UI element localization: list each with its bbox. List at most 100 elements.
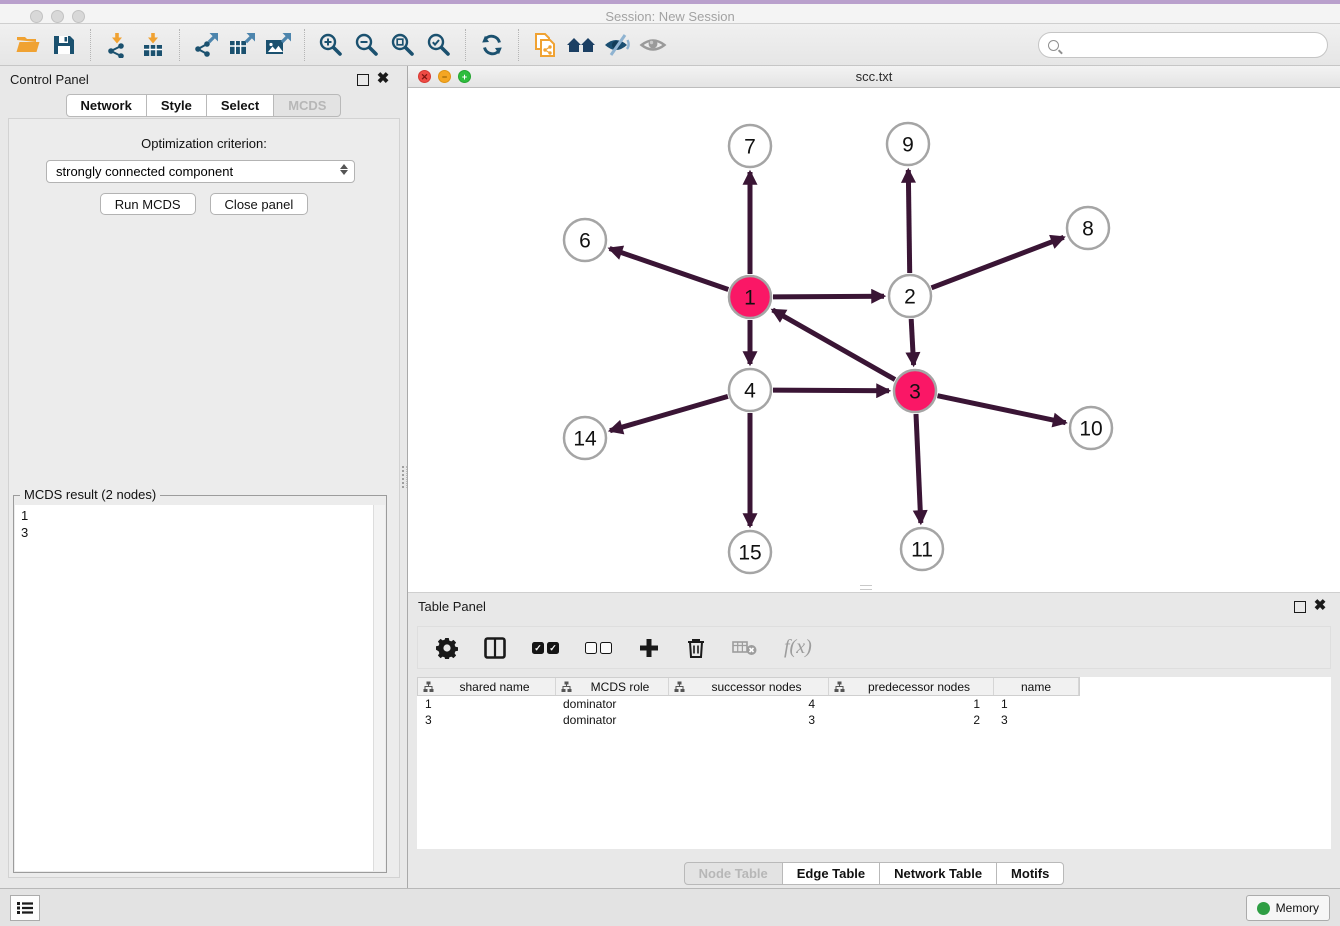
close-panel-button[interactable]: Close panel	[210, 193, 309, 215]
column-header[interactable]: predecessor nodes	[829, 678, 994, 695]
table-tabs: Node Table Edge Table Network Table Moti…	[408, 862, 1340, 885]
graph-node[interactable]: 9	[887, 123, 929, 165]
export-network-button[interactable]	[188, 28, 224, 62]
neighborhood-button[interactable]	[563, 28, 599, 62]
tab-motifs[interactable]: Motifs	[996, 862, 1064, 885]
export-table-button[interactable]	[224, 28, 260, 62]
graph-node[interactable]: 7	[729, 125, 771, 167]
deselect-all-button[interactable]	[585, 633, 612, 663]
toolbar-separator	[465, 29, 466, 61]
close-panel-icon[interactable]: ✖	[375, 70, 391, 88]
graph-edge[interactable]	[908, 170, 909, 273]
graph-node[interactable]: 1	[729, 276, 771, 318]
column-header[interactable]: name	[994, 678, 1079, 695]
close-table-panel-icon[interactable]: ✖	[1312, 597, 1328, 615]
graph-node[interactable]: 10	[1070, 407, 1112, 449]
canvas-resize-grip[interactable]	[860, 585, 872, 590]
column-header[interactable]: shared name	[418, 678, 556, 695]
zoom-in-button[interactable]	[313, 28, 349, 62]
table-cell[interactable]: dominator	[555, 712, 668, 728]
table-cell[interactable]: 3	[417, 712, 555, 728]
graph-edge[interactable]	[938, 396, 1066, 423]
table-cell[interactable]: 2	[828, 712, 993, 728]
export-table-icon	[228, 32, 256, 58]
float-table-panel-icon[interactable]	[1294, 601, 1306, 613]
graph-edge[interactable]	[773, 296, 884, 297]
tab-edge-table[interactable]: Edge Table	[782, 862, 880, 885]
graph-node[interactable]: 4	[729, 369, 771, 411]
app-titlebar: Session: New Session	[0, 0, 1340, 24]
export-image-button[interactable]	[260, 28, 296, 62]
run-mcds-button[interactable]: Run MCDS	[100, 193, 196, 215]
svg-text:10: 10	[1079, 418, 1102, 441]
table-cell[interactable]: 3	[993, 712, 1078, 728]
zoom-fit-button[interactable]	[385, 28, 421, 62]
column-header-label: name	[994, 680, 1078, 694]
mcds-result-scrollbar[interactable]	[373, 505, 385, 871]
graph-edge[interactable]	[610, 249, 729, 290]
mcds-result-text[interactable]: 1 3	[15, 505, 373, 871]
save-icon	[51, 32, 77, 58]
show-panels-button[interactable]	[10, 895, 40, 921]
hide-selected-button[interactable]	[599, 28, 635, 62]
search-input[interactable]	[1065, 35, 1327, 55]
select-stepper-icon	[340, 164, 348, 175]
criterion-select[interactable]: strongly connected component	[46, 160, 355, 183]
delete-table-button[interactable]	[732, 633, 758, 663]
search-field[interactable]	[1038, 32, 1328, 58]
refresh-view-button[interactable]	[474, 28, 510, 62]
table-cell[interactable]: 4	[668, 696, 828, 712]
column-header[interactable]: MCDS role	[556, 678, 669, 695]
zoom-out-button[interactable]	[349, 28, 385, 62]
graph-node[interactable]: 8	[1067, 207, 1109, 249]
table-cell[interactable]: dominator	[555, 696, 668, 712]
select-all-button[interactable]: ✓✓	[532, 633, 559, 663]
table-row[interactable]: 1dominator411	[417, 696, 1331, 712]
tab-network[interactable]: Network	[66, 94, 147, 117]
save-session-button[interactable]	[46, 28, 82, 62]
attribute-tree-icon	[674, 681, 685, 692]
network-canvas[interactable]: 7 9 6 8 1 2 4 3 14 10 15 11	[408, 88, 1340, 592]
graph-edge[interactable]	[773, 310, 895, 380]
control-panel-tabs: Network Style Select MCDS	[0, 94, 407, 117]
new-network-from-selection-button[interactable]	[527, 28, 563, 62]
table-settings-button[interactable]	[436, 633, 458, 663]
tab-node-table[interactable]: Node Table	[684, 862, 783, 885]
show-all-button[interactable]	[635, 28, 671, 62]
network-window-titlebar[interactable]: ✕ − + scc.txt	[408, 66, 1340, 88]
tab-style[interactable]: Style	[146, 94, 207, 117]
add-row-button[interactable]	[638, 633, 660, 663]
delete-row-button[interactable]	[686, 633, 706, 663]
import-table-button[interactable]	[135, 28, 171, 62]
graph-edge[interactable]	[916, 414, 921, 523]
column-header[interactable]: successor nodes	[669, 678, 829, 695]
tab-mcds[interactable]: MCDS	[273, 94, 341, 117]
tab-network-table[interactable]: Network Table	[879, 862, 997, 885]
table-cell[interactable]: 1	[828, 696, 993, 712]
table-cell[interactable]: 1	[417, 696, 555, 712]
graph-node[interactable]: 14	[564, 417, 606, 459]
import-network-button[interactable]	[99, 28, 135, 62]
graph-node[interactable]: 11	[901, 528, 943, 570]
show-column-button[interactable]	[484, 633, 506, 663]
graph-node[interactable]: 15	[729, 531, 771, 573]
graph-node[interactable]: 2	[889, 275, 931, 317]
table-cell[interactable]: 3	[668, 712, 828, 728]
open-session-button[interactable]	[10, 28, 46, 62]
list-icon	[16, 900, 34, 916]
function-builder-button[interactable]: f(x)	[784, 633, 812, 663]
table-cell[interactable]: 1	[993, 696, 1078, 712]
graph-node[interactable]: 3	[894, 370, 936, 412]
float-panel-icon[interactable]	[357, 74, 369, 86]
graph-edge[interactable]	[610, 396, 728, 430]
graph-node[interactable]: 6	[564, 219, 606, 261]
graph-edge[interactable]	[911, 319, 913, 365]
tab-select[interactable]: Select	[206, 94, 274, 117]
graph-edge[interactable]	[932, 237, 1064, 287]
toolbar-separator	[179, 29, 180, 61]
graph-edge[interactable]	[773, 390, 889, 391]
splitter-handle[interactable]	[402, 466, 407, 488]
memory-button[interactable]: Memory	[1246, 895, 1330, 921]
table-row[interactable]: 3dominator323	[417, 712, 1331, 728]
zoom-selected-button[interactable]	[421, 28, 457, 62]
